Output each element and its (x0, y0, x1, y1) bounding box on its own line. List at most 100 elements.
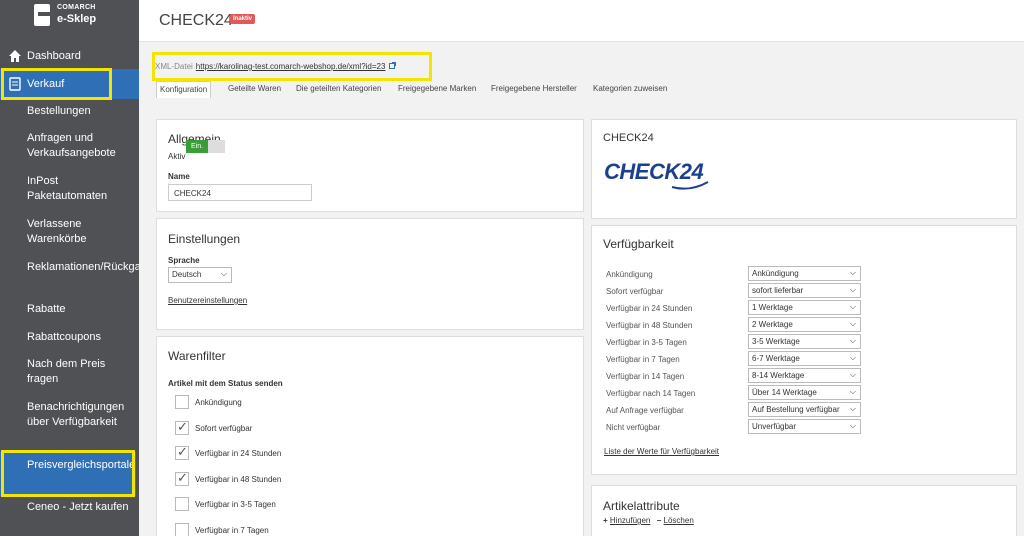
availability-select[interactable]: 6-7 Werktage ⌵ (748, 351, 861, 366)
sidebar-item-label: Dashboard (27, 50, 81, 62)
comarch-logo-icon (34, 4, 50, 26)
sidebar: COMARCH e-Sklep Dashboard Verkauf Bestel… (0, 0, 159, 536)
availability-value: 3-5 Werktage (752, 337, 800, 346)
name-input[interactable]: CHECK24 (168, 184, 312, 201)
sidebar-subitem-anfragen[interactable]: Anfragen und Verkaufsangebote (27, 131, 133, 161)
chevron-down-icon: ⌵ (220, 269, 227, 278)
chevron-down-icon: ⌵ (849, 387, 856, 396)
sidebar-subitem-bestellungen[interactable]: Bestellungen (27, 104, 133, 119)
panel-check24: CHECK24 CHECK24 (591, 119, 1017, 219)
chevron-down-icon: ⌵ (849, 404, 856, 413)
availability-row: Auf Anfrage verfügbar Auf Bestellung ver… (606, 402, 861, 419)
availability-select[interactable]: Auf Bestellung verfügbar ⌵ (748, 402, 861, 417)
toggle-on-label: Ein. (186, 140, 208, 153)
availability-row: Verfügbar in 3-5 Tagen 3-5 Werktage ⌵ (606, 334, 861, 351)
tab-konfiguration[interactable]: Konfiguration (156, 81, 212, 98)
availability-select[interactable]: Unverfügbar ⌵ (748, 419, 861, 434)
availability-select[interactable]: 2 Werktage ⌵ (748, 317, 861, 332)
availability-value: 8-14 Werktage (752, 371, 805, 380)
checkbox-verfuegbar-7-tage[interactable] (175, 523, 189, 536)
checkbox-label: Ankündigung (195, 398, 242, 407)
toggle-knob (208, 140, 225, 153)
sidebar-subitem-ceneo[interactable]: Ceneo - Jetzt kaufen (27, 500, 133, 515)
availability-select[interactable]: Über 14 Werktage ⌵ (748, 385, 861, 400)
panel-einstellungen: Einstellungen Sprache Deutsch ⌵ Benutzer… (156, 218, 584, 330)
checkbox-ankuendigung[interactable] (175, 395, 189, 409)
availability-value: sofort lieferbar (752, 286, 804, 295)
verfuegbarkeit-values-link[interactable]: Liste der Werte für Verfügbarkeit (604, 447, 719, 456)
availability-select[interactable]: sofort lieferbar ⌵ (748, 283, 861, 298)
availability-select[interactable]: 3-5 Werktage ⌵ (748, 334, 861, 349)
panel-title: CHECK24 (603, 132, 654, 144)
status-badge: Inaktiv (230, 14, 256, 24)
tab-geteilte-kategorien[interactable]: Die geteilten Kategorien (296, 81, 381, 98)
availability-label: Verfügbar in 24 Stunden (606, 304, 693, 313)
availability-row: Sofort verfügbar sofort lieferbar ⌵ (606, 283, 861, 300)
chevron-down-icon: ⌵ (849, 268, 856, 277)
minus-icon: − (656, 516, 662, 525)
main-content: CHECK24 Inaktiv XML-Datei https://karolin… (139, 0, 1024, 536)
availability-select[interactable]: 8-14 Werktage ⌵ (748, 368, 861, 383)
checkbox-label: Sofort verfügbar (195, 424, 253, 433)
availability-value: 1 Werktage (752, 303, 793, 312)
checkbox-verfuegbar-3-5-tage[interactable] (175, 497, 189, 511)
availability-value: 2 Werktage (752, 320, 793, 329)
tab-kategorien-zuweisen[interactable]: Kategorien zuweisen (593, 81, 667, 98)
checkbox-label: Verfügbar in 7 Tagen (195, 526, 269, 535)
tab-freigegebene-hersteller[interactable]: Freigegebene Hersteller (491, 81, 577, 98)
plus-icon: + (603, 516, 608, 525)
checkbox-label: Verfügbar in 48 Stunden (195, 475, 282, 484)
checkbox-label: Verfügbar in 24 Stunden (195, 449, 282, 458)
sidebar-subitem-rabatte[interactable]: Rabatte (27, 302, 133, 317)
availability-value: Unverfügbar (752, 422, 797, 431)
warenfilter-subtitle: Artikel mit dem Status senden (168, 379, 283, 388)
availability-label: Verfügbar in 3-5 Tagen (606, 338, 687, 347)
availability-label: Verfügbar in 7 Tagen (606, 355, 680, 364)
availability-label: Verfügbar nach 14 Tagen (606, 389, 696, 398)
sidebar-subitem-reklamationen[interactable]: Reklamationen/Rückgaben (27, 260, 159, 275)
highlight-xml-file (152, 52, 432, 81)
availability-label: Auf Anfrage verfügbar (606, 406, 684, 415)
sidebar-subitem-preis-fragen[interactable]: Nach dem Preis fragen (27, 357, 133, 387)
panel-title: Warenfilter (168, 349, 226, 363)
page-header: CHECK24 Inaktiv (139, 0, 1024, 42)
tab-geteilte-waren[interactable]: Geteilte Waren (228, 81, 281, 98)
availability-row: Nicht verfügbar Unverfügbar ⌵ (606, 419, 861, 436)
chevron-down-icon: ⌵ (849, 353, 856, 362)
availability-row: Verfügbar in 48 Stunden 2 Werktage ⌵ (606, 317, 861, 334)
sidebar-subitem-warenkoerbe[interactable]: Verlassene Warenkörbe (27, 217, 133, 247)
sprache-select[interactable]: Deutsch ⌵ (168, 267, 232, 283)
logo-brand: COMARCH (57, 4, 96, 11)
chevron-down-icon: ⌵ (849, 370, 856, 379)
availability-select[interactable]: Ankündigung ⌵ (748, 266, 861, 281)
highlight-preisvergleichsportale (1, 450, 135, 497)
sidebar-subitem-benachrichtigungen[interactable]: Benachrichtigungen über Verfügbarkeit (27, 400, 133, 430)
availability-row: Verfügbar nach 14 Tagen Über 14 Werktage… (606, 385, 861, 402)
sidebar-subitem-rabattcoupons[interactable]: Rabattcoupons (27, 330, 133, 345)
availability-select[interactable]: 1 Werktage ⌵ (748, 300, 861, 315)
availability-value: Auf Bestellung verfügbar (752, 405, 840, 414)
availability-row: Verfügbar in 7 Tagen 6-7 Werktage ⌵ (606, 351, 861, 368)
checkbox-sofort-verfuegbar[interactable]: ✓ (175, 419, 189, 435)
availability-row: Verfügbar in 24 Stunden 1 Werktage ⌵ (606, 300, 861, 317)
panel-warenfilter: Warenfilter Artikel mit dem Status sende… (156, 336, 584, 536)
availability-value: Ankündigung (752, 269, 799, 278)
benutzereinstellungen-link[interactable]: Benutzereinstellungen (168, 296, 247, 305)
chevron-down-icon: ⌵ (849, 285, 856, 294)
add-attribute-link[interactable]: Hinzufügen (610, 516, 650, 525)
name-label: Name (168, 172, 190, 181)
aktiv-toggle[interactable]: Ein. (186, 140, 225, 153)
sprache-label: Sprache (168, 256, 200, 265)
delete-attribute-link[interactable]: Löschen (664, 516, 694, 525)
availability-label: Nicht verfügbar (606, 423, 661, 432)
checkbox-verfuegbar-24h[interactable]: ✓ (175, 444, 189, 460)
availability-label: Verfügbar in 14 Tagen (606, 372, 685, 381)
availability-value: 6-7 Werktage (752, 354, 800, 363)
app-logo[interactable]: COMARCH e-Sklep (0, 0, 139, 40)
tab-freigegebene-marken[interactable]: Freigegebene Marken (398, 81, 476, 98)
home-icon (9, 50, 21, 62)
check24-logo-swoosh-icon (671, 181, 709, 190)
sidebar-item-dashboard[interactable]: Dashboard (0, 47, 139, 65)
sidebar-subitem-inpost[interactable]: InPost Paketautomaten (27, 174, 133, 204)
checkbox-verfuegbar-48h[interactable]: ✓ (175, 470, 189, 486)
